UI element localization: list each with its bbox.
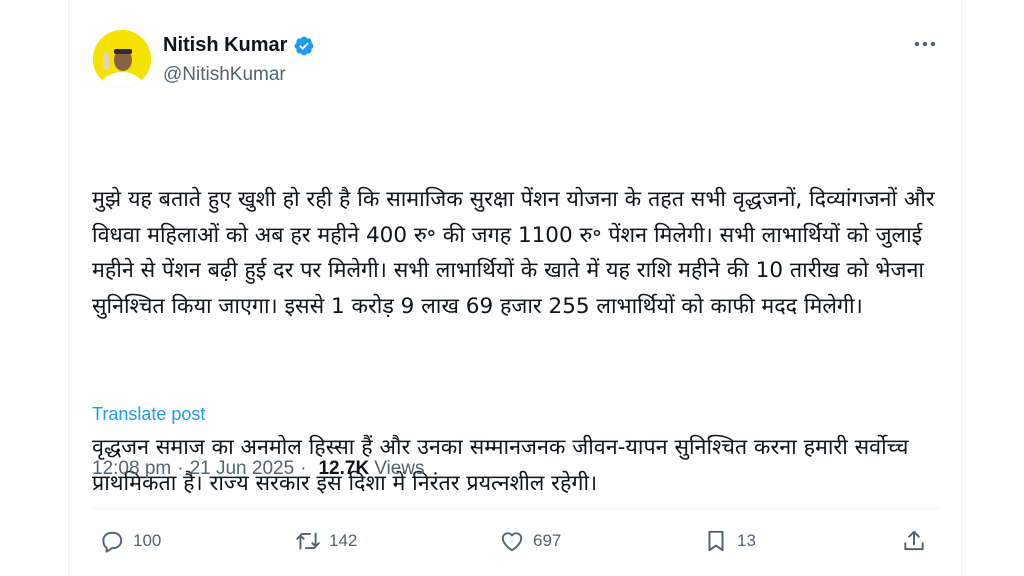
repost-count: 142 — [329, 531, 358, 550]
share-button[interactable] — [901, 528, 927, 554]
author-handle[interactable]: @NitishKumar — [163, 64, 286, 86]
author-name[interactable]: Nitish Kumar — [163, 34, 287, 57]
reply-count: 100 — [133, 531, 162, 550]
more-options-icon[interactable] — [911, 32, 939, 56]
verified-badge-icon — [295, 36, 314, 55]
meta-separator: · — [177, 458, 184, 479]
views-count: 12.7K — [318, 458, 370, 479]
like-button[interactable]: 697 — [499, 528, 561, 554]
bookmark-icon — [708, 530, 724, 552]
bookmark-button[interactable]: 13 — [703, 528, 756, 554]
repost-icon — [296, 532, 320, 550]
post-time[interactable]: 12:08 pm — [92, 458, 171, 480]
reply-button[interactable]: 100 — [99, 528, 161, 554]
post-date[interactable]: 21 Jun 2025 — [190, 458, 295, 480]
avatar[interactable] — [93, 30, 151, 88]
post-card: Nitish Kumar @NitishKumar मुझे यह बताते … — [68, 0, 962, 576]
post-text: मुझे यह बताते हुए खुशी हो रही है कि सामा… — [92, 111, 942, 572]
avatar-image — [93, 30, 151, 88]
bookmark-count: 13 — [737, 531, 756, 550]
repost-button[interactable]: 142 — [295, 528, 357, 554]
action-bar: 100 142 697 13 — [99, 528, 939, 564]
translate-post-link[interactable]: Translate post — [92, 404, 205, 425]
divider — [92, 508, 939, 509]
like-count: 697 — [533, 531, 562, 550]
heart-icon — [501, 532, 523, 552]
share-icon — [904, 530, 924, 551]
views-label: Views — [374, 458, 425, 479]
post-metadata: 12:08 pm · 21 Jun 2025 · 12.7K Views — [92, 458, 425, 480]
meta-separator: · — [300, 458, 307, 479]
post-paragraph-1: मुझे यह बताते हुए खुशी हो रही है कि सामा… — [92, 187, 942, 319]
author-name-row: Nitish Kumar — [163, 34, 315, 57]
reply-icon — [102, 531, 123, 553]
